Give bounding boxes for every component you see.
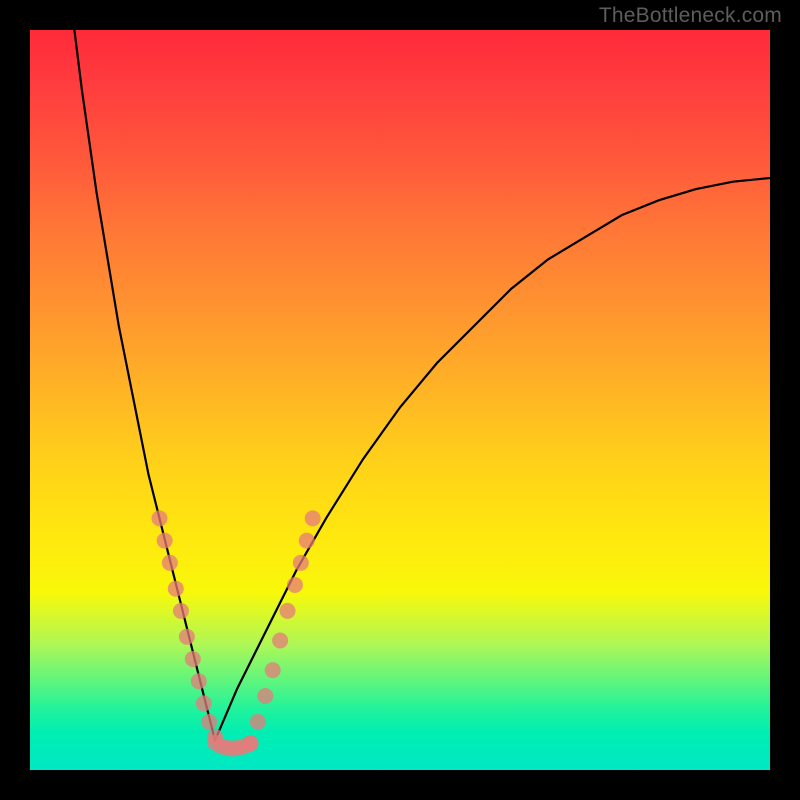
bead-point	[173, 603, 189, 619]
bead-point	[265, 662, 281, 678]
bead-point	[250, 714, 266, 730]
bead-point	[168, 581, 184, 597]
plot-area	[30, 30, 770, 770]
bead-point	[257, 688, 273, 704]
bead-group	[152, 510, 321, 756]
bead-point	[305, 510, 321, 526]
bead-point	[272, 633, 288, 649]
bead-point	[191, 673, 207, 689]
watermark-text: TheBottleneck.com	[599, 4, 782, 28]
bead-point	[243, 735, 259, 751]
bead-point	[157, 533, 173, 549]
bead-point	[287, 577, 303, 593]
bead-point	[196, 695, 212, 711]
bead-point	[162, 555, 178, 571]
bead-point	[152, 510, 168, 526]
right-curve-path	[215, 178, 770, 740]
chart-svg	[30, 30, 770, 770]
bead-point	[201, 714, 217, 730]
bead-point	[299, 533, 315, 549]
bead-point	[280, 603, 296, 619]
bead-point	[179, 629, 195, 645]
bead-point	[293, 555, 309, 571]
bead-point	[185, 651, 201, 667]
